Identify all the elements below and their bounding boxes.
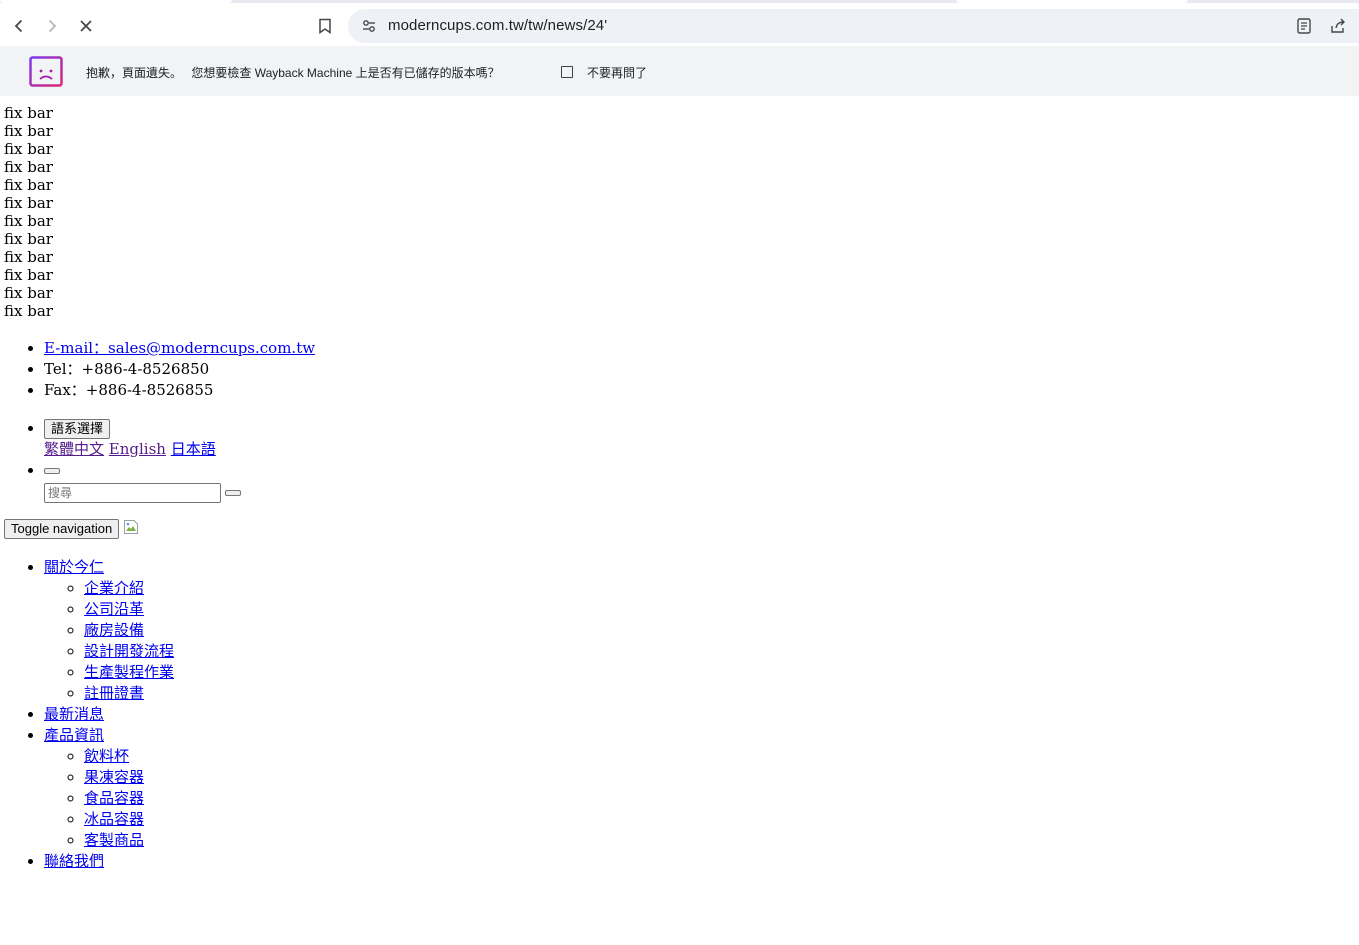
fix-bar: fix bar — [4, 158, 53, 176]
fix-bar: fix bar — [4, 284, 53, 302]
broken-logo-image-icon[interactable] — [123, 519, 139, 535]
arrow-left-icon — [14, 19, 23, 33]
search-toggle-button[interactable] — [44, 468, 60, 474]
menu-item-products: 產品資訊 飲料杯 果凍容器 食品容器 冰品容器 客製商品 — [44, 725, 1359, 851]
browser-toolbar: moderncups.com.tw/tw/news/24' — [0, 0, 1359, 46]
fix-bar: fix bar — [4, 122, 53, 140]
share-icon[interactable] — [1328, 16, 1348, 36]
fix-bar: fix bar — [4, 266, 53, 284]
products-submenu: 飲料杯 果凍容器 食品容器 冰品容器 客製商品 — [44, 746, 1359, 851]
submenu-item: 設計開發流程 — [84, 641, 1359, 662]
reading-mode-icon[interactable] — [1294, 16, 1314, 36]
dont-ask-label[interactable]: 不要再問了 — [587, 64, 647, 81]
submenu-item: 註冊證書 — [84, 683, 1359, 704]
menu-jelly-containers-link[interactable]: 果凍容器 — [84, 768, 144, 786]
language-search-list: 語系選擇 繁體中文 English 日本語 — [4, 417, 1359, 503]
page-content: fix bar fix bar fix bar fix bar fix bar … — [0, 96, 1359, 872]
menu-item-contact: 聯絡我們 — [44, 851, 1359, 872]
dont-ask-checkbox[interactable] — [561, 66, 573, 78]
language-zh-tw-link[interactable]: 繁體中文 — [44, 440, 104, 458]
sad-page-icon — [29, 56, 63, 87]
language-select-button[interactable]: 語系選擇 — [44, 419, 111, 439]
language-ja-link[interactable]: 日本語 — [171, 440, 216, 458]
menu-about-link[interactable]: 關於今仁 — [44, 558, 104, 576]
submenu-item: 客製商品 — [84, 830, 1359, 851]
language-en-link[interactable]: English — [109, 440, 166, 458]
fix-bar: fix bar — [4, 248, 53, 266]
menu-item-news: 最新消息 — [44, 704, 1359, 725]
submenu-item: 生產製程作業 — [84, 662, 1359, 683]
main-menu: 關於今仁 企業介紹 公司沿革 廠房設備 設計開發流程 生產製程作業 註冊證書 最… — [4, 557, 1359, 872]
fix-bar: fix bar — [4, 194, 53, 212]
menu-company-intro-link[interactable]: 企業介紹 — [84, 579, 144, 597]
fix-bar: fix bar — [4, 230, 53, 248]
tab-edge-left[interactable] — [0, 0, 232, 3]
menu-contact-link[interactable]: 聯絡我們 — [44, 852, 104, 870]
language-options: 繁體中文 English 日本語 — [44, 439, 1359, 460]
menu-production-link[interactable]: 生產製程作業 — [84, 663, 174, 681]
arrow-right-icon — [48, 19, 57, 33]
search-item — [44, 460, 1359, 503]
fix-bar: fix bar — [4, 212, 53, 230]
forward-button[interactable] — [38, 12, 66, 40]
fix-bar: fix bar — [4, 104, 53, 122]
about-submenu: 企業介紹 公司沿革 廠房設備 設計開發流程 生產製程作業 註冊證書 — [44, 578, 1359, 704]
submenu-item: 食品容器 — [84, 788, 1359, 809]
email-link[interactable]: E-mail：sales@moderncups.com.tw — [44, 339, 315, 357]
toggle-navigation-button[interactable]: Toggle navigation — [4, 519, 120, 539]
tab-edge-right[interactable] — [956, 0, 1188, 3]
menu-news-link[interactable]: 最新消息 — [44, 705, 104, 723]
submenu-item: 飲料杯 — [84, 746, 1359, 767]
contact-fax: Fax：+886-4-8526855 — [44, 380, 1359, 401]
contact-tel: Tel：+886-4-8526850 — [44, 359, 1359, 380]
menu-design-process-link[interactable]: 設計開發流程 — [84, 642, 174, 660]
tune-icon[interactable] — [360, 17, 378, 35]
wayback-infobar: 抱歉，頁面遺失。 您想要檢查 Wayback Machine 上是否有已儲存的版… — [0, 46, 1359, 96]
submenu-item: 公司沿革 — [84, 599, 1359, 620]
menu-ice-containers-link[interactable]: 冰品容器 — [84, 810, 144, 828]
menu-food-containers-link[interactable]: 食品容器 — [84, 789, 144, 807]
submenu-item: 企業介紹 — [84, 578, 1359, 599]
contact-email-item: E-mail：sales@moderncups.com.tw — [44, 338, 1359, 359]
search-row — [44, 483, 1359, 503]
submenu-item: 果凍容器 — [84, 767, 1359, 788]
close-icon — [80, 20, 92, 32]
search-submit-button[interactable] — [225, 490, 241, 496]
fix-bar-list: fix bar fix bar fix bar fix bar fix bar … — [4, 104, 1359, 320]
infobar-sorry-text: 抱歉，頁面遺失。 — [86, 66, 183, 80]
menu-drink-cups-link[interactable]: 飲料杯 — [84, 747, 129, 765]
menu-custom-products-link[interactable]: 客製商品 — [84, 831, 144, 849]
fix-bar: fix bar — [4, 176, 53, 194]
menu-history-link[interactable]: 公司沿革 — [84, 600, 144, 618]
menu-products-link[interactable]: 產品資訊 — [44, 726, 104, 744]
contact-list: E-mail：sales@moderncups.com.tw Tel：+886-… — [4, 338, 1359, 401]
bookmark-icon — [319, 18, 331, 34]
fix-bar: fix bar — [4, 140, 53, 158]
menu-facilities-link[interactable]: 廠房設備 — [84, 621, 144, 639]
submenu-item: 冰品容器 — [84, 809, 1359, 830]
navbar-header: Toggle navigation — [4, 519, 1359, 539]
menu-item-about: 關於今仁 企業介紹 公司沿革 廠房設備 設計開發流程 生產製程作業 註冊證書 — [44, 557, 1359, 704]
tab-strip-edge — [0, 0, 1359, 3]
url-text[interactable]: moderncups.com.tw/tw/news/24' — [388, 17, 607, 34]
menu-certificates-link[interactable]: 註冊證書 — [84, 684, 144, 702]
bookmark-button[interactable] — [311, 12, 339, 40]
infobar-message: 抱歉，頁面遺失。 您想要檢查 Wayback Machine 上是否有已儲存的版… — [86, 64, 500, 81]
stop-button[interactable] — [72, 12, 100, 40]
language-item: 語系選擇 繁體中文 English 日本語 — [44, 417, 1359, 460]
search-input[interactable] — [44, 483, 221, 503]
back-button[interactable] — [5, 12, 33, 40]
fix-bar: fix bar — [4, 302, 53, 320]
submenu-item: 廠房設備 — [84, 620, 1359, 641]
address-bar[interactable]: moderncups.com.tw/tw/news/24' — [348, 9, 1359, 43]
infobar-question-link[interactable]: 您想要檢查 Wayback Machine 上是否有已儲存的版本嗎？ — [191, 66, 499, 80]
